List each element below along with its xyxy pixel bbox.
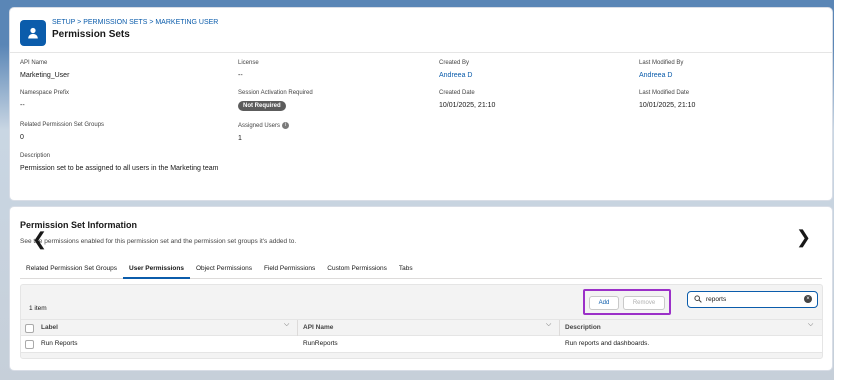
field-value: -- [20,102,25,109]
breadcrumb[interactable]: SETUP > PERMISSION SETS > MARKETING USER [52,19,218,26]
tab-related-permission-set-groups[interactable]: Related Permission Set Groups [20,263,123,279]
field-value: 10/01/2025, 21:10 [639,102,696,109]
field-last-modified-date: Last Modified Date 10/01/2025, 21:10 [639,90,695,110]
field-label: Last Modified By [639,60,684,66]
field-api-name: API Name Marketing_User [20,60,69,80]
remove-button[interactable]: Remove [623,296,665,310]
status-badge: Not Required [238,101,286,111]
header-divider [10,52,832,53]
field-last-modified-by: Last Modified By Andreea D [639,60,683,80]
chevron-down-icon[interactable]: ⌵ [808,321,813,329]
info-icon[interactable]: i [282,122,290,129]
chevron-down-icon[interactable]: ⌵ [284,321,289,329]
table-row: Run Reports RunReports Run reports and d… [21,336,822,353]
field-license: License -- [238,60,259,80]
field-namespace-prefix: Namespace Prefix -- [20,90,69,110]
field-related-groups: Related Permission Set Groups 0 [20,122,104,142]
field-created-date: Created Date 10/01/2025, 21:10 [439,90,495,110]
field-assigned-users: Assigned Users i 1 [238,122,290,143]
cell-api-name: RunReports [303,340,338,347]
last-modified-by-link[interactable]: Andreea D [639,71,683,80]
tab-user-permissions[interactable]: User Permissions [123,263,190,279]
field-value: 0 [20,134,24,141]
search-box: × [687,291,818,308]
field-label: Created Date [439,90,475,96]
chevron-left-icon[interactable]: ❮ [32,229,47,250]
tab-bar: Related Permission Set Groups User Permi… [20,263,822,279]
chevron-down-icon[interactable]: ⌵ [546,321,551,329]
column-header-api-name[interactable]: API Name [303,320,333,337]
field-label: Last Modified Date [639,90,690,96]
field-created-by: Created By Andreea D [439,60,472,80]
field-label: Related Permission Set Groups [20,122,105,128]
section-subtitle: See the permissions enabled for this per… [20,238,297,245]
field-description: Description Permission set to be assigne… [20,153,220,173]
field-value: 10/01/2025, 21:10 [439,102,496,109]
user-icon [20,20,46,46]
field-label: Namespace Prefix [20,90,70,96]
field-label: API Name [20,60,48,66]
field-value: -- [238,72,243,79]
search-icon [694,295,702,305]
field-label: License [238,60,259,66]
add-remove-highlight: Add Remove [583,289,671,315]
page-title: Permission Sets [52,29,130,40]
add-button[interactable]: Add [589,296,619,310]
field-label: Session Activation Required [238,90,313,96]
created-by-link[interactable]: Andreea D [439,71,472,80]
clear-icon[interactable]: × [804,295,812,303]
chevron-right-icon[interactable]: ❯ [796,227,811,248]
field-label: Created By [439,60,470,66]
field-value: Permission set to be assigned to all use… [20,165,219,172]
tab-object-permissions[interactable]: Object Permissions [190,263,258,279]
field-label: Assigned Users i [238,122,290,130]
item-count: 1 item [29,305,47,312]
row-checkbox[interactable] [25,340,34,349]
table-header: Label ⌵ API Name ⌵ Description ⌵ [21,319,822,337]
search-input[interactable] [706,295,801,304]
column-divider [297,320,298,337]
tab-field-permissions[interactable]: Field Permissions [258,263,321,279]
field-value: Marketing_User [20,72,70,79]
cell-description: Run reports and dashboards. [565,340,650,347]
field-label: Description [20,153,51,159]
cell-label: Run Reports [41,340,78,347]
tab-tabs[interactable]: Tabs [393,263,419,279]
window-edge [834,0,848,380]
column-header-description[interactable]: Description [565,320,601,337]
column-divider [559,320,560,337]
field-session-activation: Session Activation Required Not Required [238,90,313,111]
permission-set-header-card: SETUP > PERMISSION SETS > MARKETING USER… [10,8,832,200]
tab-custom-permissions[interactable]: Custom Permissions [321,263,393,279]
permission-set-info-card: Permission Set Information See the permi… [10,207,832,370]
permissions-table-panel: 1 item Add Remove × Label ⌵ API Name ⌵ D… [20,284,823,359]
column-header-label[interactable]: Label [41,320,58,337]
field-value: 1 [238,135,242,143]
assigned-users-label: Assigned Users [238,123,281,130]
select-all-checkbox[interactable] [25,324,34,333]
